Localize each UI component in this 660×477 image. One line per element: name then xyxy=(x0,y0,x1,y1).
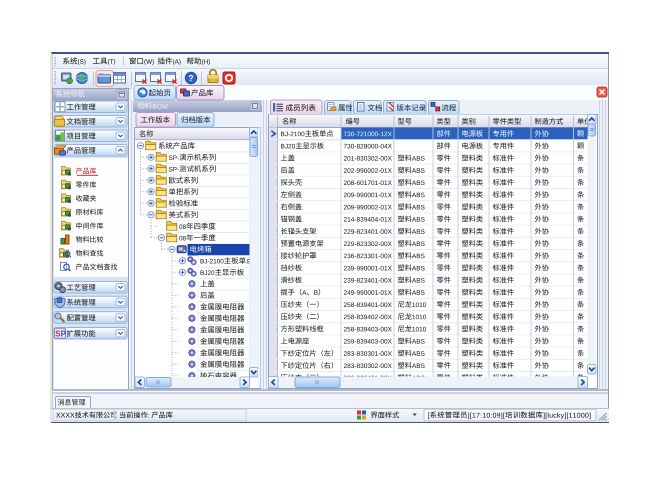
svg-text:SP: SP xyxy=(55,329,66,338)
svg-text:?: ? xyxy=(188,73,193,83)
